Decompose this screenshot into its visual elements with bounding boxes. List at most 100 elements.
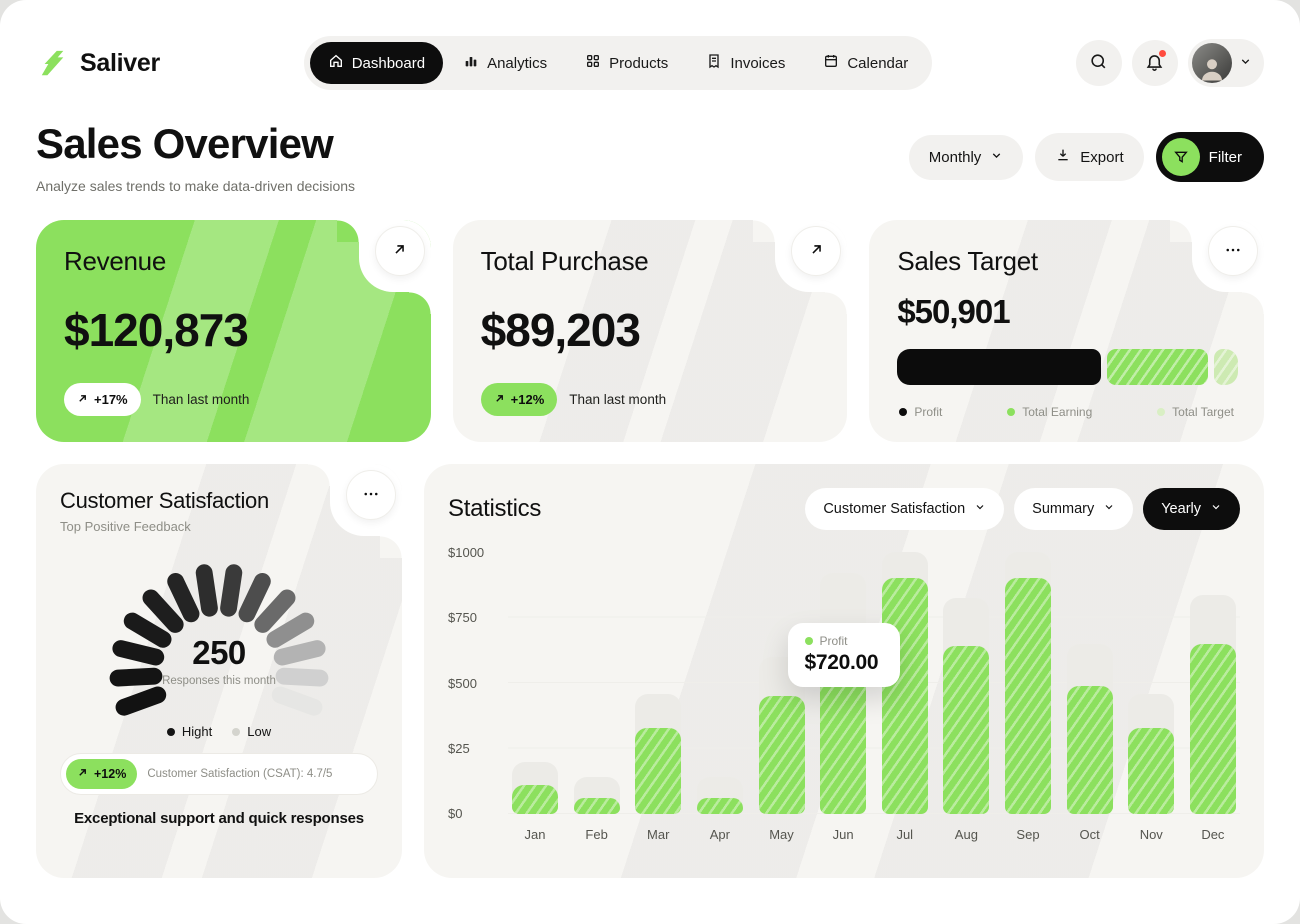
download-icon: [1055, 147, 1071, 167]
x-tick-label: Apr: [697, 827, 743, 842]
bar-column-feb[interactable]: Feb: [574, 552, 620, 814]
purchase-value: $89,203: [481, 303, 820, 357]
tooltip-series-label: Profit: [820, 634, 848, 648]
export-button[interactable]: Export: [1035, 133, 1143, 181]
purchase-expand-button[interactable]: [791, 226, 841, 276]
corner-notch: [775, 220, 847, 292]
legend-label: Hight: [182, 724, 212, 739]
bar-fill: [574, 798, 620, 814]
avatar: [1192, 43, 1232, 83]
gauge-value-label: Responses this month: [60, 675, 378, 687]
range-select[interactable]: Yearly: [1143, 488, 1240, 530]
card-title: Sales Target: [897, 246, 1236, 277]
gauge-segment: [263, 598, 287, 625]
user-menu[interactable]: [1188, 39, 1264, 87]
nav-item-dashboard[interactable]: Dashboard: [310, 42, 443, 84]
target-progress: [897, 349, 1236, 385]
nav-item-analytics[interactable]: Analytics: [445, 42, 565, 84]
search-button[interactable]: [1076, 40, 1122, 86]
chevron-down-icon: [990, 149, 1003, 166]
range-select-label: Yearly: [1161, 501, 1201, 517]
nav-item-label: Dashboard: [352, 55, 425, 72]
summary-select[interactable]: Summary: [1014, 488, 1133, 530]
statistics-chart: $1000 $750 $500 $25 $0 JanFebMarAprMayJu…: [448, 552, 1240, 821]
bar-column-aug[interactable]: Aug: [943, 552, 989, 814]
metric-select-label: Customer Satisfaction: [823, 501, 965, 517]
bar-column-jan[interactable]: Jan: [512, 552, 558, 814]
legend-item-total-earning: Total Earning: [1007, 405, 1092, 419]
csat-delta: +12%: [94, 767, 126, 781]
metric-select[interactable]: Customer Satisfaction: [805, 488, 1004, 530]
ellipsis-icon: [362, 485, 380, 506]
x-tick-label: Mar: [635, 827, 681, 842]
summary-select-label: Summary: [1032, 501, 1094, 517]
bar-fill: [1190, 644, 1236, 814]
revenue-delta-note: Than last month: [153, 392, 250, 407]
target-legend-dot: [899, 408, 907, 416]
bar-fill: [1067, 686, 1113, 814]
gauge-segment: [176, 581, 191, 613]
bar-column-apr[interactable]: Apr: [697, 552, 743, 814]
sales-target-menu-button[interactable]: [1208, 226, 1258, 276]
csat-delta-badge: +12%: [66, 759, 137, 789]
notification-dot: [1159, 50, 1166, 57]
x-tick-label: Jan: [512, 827, 558, 842]
satisfaction-footer: Exceptional support and quick responses: [60, 810, 378, 827]
target-progress-segment-total-target: [1214, 349, 1238, 385]
main-nav: Dashboard Analytics Products Invoices: [304, 36, 933, 90]
bar-fill: [943, 646, 989, 814]
gauge-segment: [151, 598, 175, 625]
invoices-icon: [706, 53, 722, 73]
csat-summary-pill: +12% Customer Satisfaction (CSAT): 4.7/5: [60, 753, 378, 795]
bar-column-oct[interactable]: Oct: [1067, 552, 1113, 814]
satisfaction-legend-dot: [167, 728, 175, 736]
x-tick-label: Feb: [574, 827, 620, 842]
chevron-down-icon: [1239, 55, 1252, 71]
satisfaction-menu-button[interactable]: [346, 470, 396, 520]
bar-fill: [512, 785, 558, 814]
chevron-down-icon: [1210, 501, 1222, 517]
kpi-cards: Revenue $120,873 +17% Than last month: [0, 220, 1300, 442]
products-icon: [585, 53, 601, 73]
satisfaction-gauge: 250 Responses this month: [60, 540, 378, 722]
bar-column-sep[interactable]: Sep: [1005, 552, 1051, 814]
total-purchase-card: Total Purchase $89,203 +12% Than last mo…: [453, 220, 848, 442]
chevron-down-icon: [1103, 501, 1115, 517]
y-tick-label: $25: [448, 741, 494, 756]
period-select[interactable]: Monthly: [909, 135, 1024, 180]
gauge-segment: [204, 573, 209, 608]
tooltip-series-dot: [805, 637, 813, 645]
brand-logo-icon: [36, 46, 70, 80]
legend-label: Total Target: [1172, 405, 1234, 419]
revenue-expand-button[interactable]: [375, 226, 425, 276]
period-select-label: Monthly: [929, 149, 982, 166]
purchase-delta-note: Than last month: [569, 392, 666, 407]
revenue-value: $120,873: [64, 303, 403, 357]
page-header: Sales Overview Analyze sales trends to m…: [0, 90, 1300, 194]
filter-button[interactable]: Filter: [1156, 132, 1264, 182]
nav-item-label: Analytics: [487, 55, 547, 72]
csat-score-text: Customer Satisfaction (CSAT): 4.7/5: [147, 768, 332, 780]
brand-name: Saliver: [80, 49, 160, 78]
notifications-button[interactable]: [1132, 40, 1178, 86]
satisfaction-gauge-svg: [73, 540, 365, 720]
bar-column-mar[interactable]: Mar: [635, 552, 681, 814]
bar-column-nov[interactable]: Nov: [1128, 552, 1174, 814]
statistics-header: Statistics Customer Satisfaction Summary: [448, 488, 1240, 530]
nav-item-invoices[interactable]: Invoices: [688, 42, 803, 84]
nav-item-label: Calendar: [847, 55, 908, 72]
brand-logo[interactable]: Saliver: [36, 46, 160, 80]
chart-tooltip: Profit $720.00: [788, 623, 900, 687]
purchase-delta: +12%: [511, 392, 545, 407]
bar-fill: [635, 728, 681, 814]
bar-column-dec[interactable]: Dec: [1190, 552, 1236, 814]
y-tick-label: $500: [448, 676, 494, 691]
header-actions: Monthly Export Filter: [909, 132, 1264, 182]
nav-item-calendar[interactable]: Calendar: [805, 42, 926, 84]
nav-item-label: Invoices: [730, 55, 785, 72]
target-legend-dot: [1007, 408, 1015, 416]
tooltip-value: $720.00: [805, 651, 883, 675]
nav-item-products[interactable]: Products: [567, 42, 686, 84]
legend-item-hight: Hight: [167, 724, 212, 739]
bar-fill: [1005, 578, 1051, 814]
